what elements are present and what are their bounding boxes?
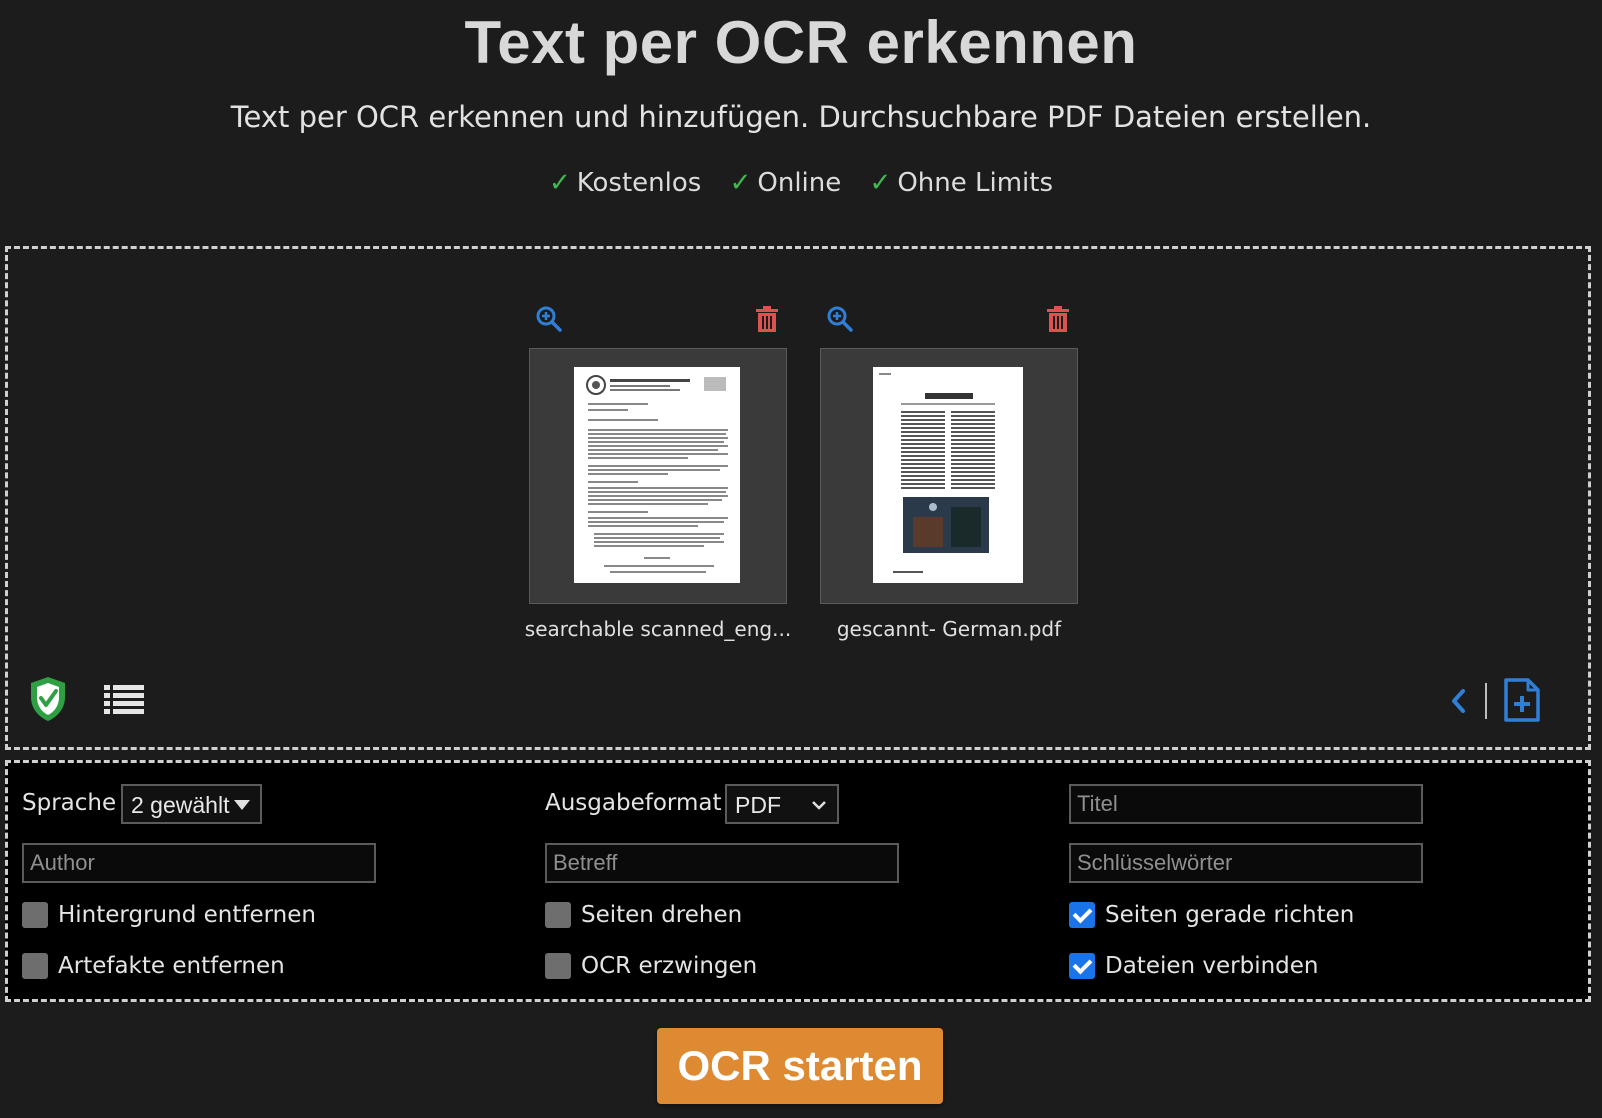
file-thumbnail[interactable] xyxy=(529,348,787,604)
check-icon: ✓ xyxy=(729,168,752,198)
chevron-down-icon xyxy=(812,801,826,810)
chevron-left-icon[interactable] xyxy=(1448,687,1468,715)
zoom-in-icon[interactable] xyxy=(535,305,563,333)
output-format-label: Ausgabeformat xyxy=(545,790,722,816)
zoom-in-icon[interactable] xyxy=(826,305,854,333)
author-input[interactable] xyxy=(22,843,376,883)
checkbox[interactable] xyxy=(22,953,48,979)
page-preview xyxy=(873,367,1023,583)
file-tools xyxy=(529,305,787,335)
feature-item: ✓ Kostenlos xyxy=(548,168,702,198)
file-dropzone[interactable]: searchable scanned_eng... gescannt- Germ… xyxy=(5,246,1591,750)
start-ocr-button[interactable]: OCR starten xyxy=(657,1028,943,1104)
document-preview-icon xyxy=(879,373,995,573)
document-preview-icon xyxy=(586,375,728,573)
checkbox-remove-artifacts[interactable]: Artefakte entfernen xyxy=(22,951,285,981)
file-name: gescannt- German.pdf xyxy=(836,617,1062,641)
file-thumbnail[interactable] xyxy=(820,348,1078,604)
subject-input[interactable] xyxy=(545,843,899,883)
checkbox-remove-background[interactable]: Hintergrund entfernen xyxy=(22,900,316,930)
toolbar-divider xyxy=(1485,683,1487,719)
file-tools xyxy=(820,305,1078,335)
title-input[interactable] xyxy=(1069,784,1423,824)
language-label: Sprache xyxy=(22,790,117,816)
checkbox-rotate-pages[interactable]: Seiten drehen xyxy=(545,900,742,930)
check-icon: ✓ xyxy=(869,168,892,198)
page-title: Text per OCR erkennen xyxy=(464,9,1138,76)
keywords-input[interactable] xyxy=(1069,843,1423,883)
checkbox-force-ocr[interactable]: OCR erzwingen xyxy=(545,951,757,981)
file-name: searchable scanned_eng... xyxy=(524,617,792,641)
trash-icon[interactable] xyxy=(1044,305,1072,333)
caret-down-icon xyxy=(234,800,250,810)
list-icon[interactable] xyxy=(104,683,144,715)
check-icon: ✓ xyxy=(548,168,571,198)
checkbox-checked[interactable] xyxy=(1069,953,1095,979)
language-select[interactable]: 2 gewählt xyxy=(121,784,262,824)
output-format-select[interactable]: PDF xyxy=(725,784,839,824)
feature-item: ✓ Ohne Limits xyxy=(869,168,1054,198)
shield-check-icon[interactable] xyxy=(28,675,68,723)
checkbox[interactable] xyxy=(22,902,48,928)
feature-list: ✓ Kostenlos ✓ Online ✓ Ohne Limits xyxy=(0,168,1602,198)
page-preview xyxy=(574,367,740,583)
checkbox-deskew-pages[interactable]: Seiten gerade richten xyxy=(1069,900,1354,930)
feature-item: ✓ Online xyxy=(729,168,842,198)
checkbox-checked[interactable] xyxy=(1069,902,1095,928)
trash-icon[interactable] xyxy=(753,305,781,333)
checkbox-merge-files[interactable]: Dateien verbinden xyxy=(1069,951,1319,981)
checkbox[interactable] xyxy=(545,953,571,979)
checkbox[interactable] xyxy=(545,902,571,928)
add-file-icon[interactable] xyxy=(1502,677,1542,723)
page-subtitle: Text per OCR erkennen und hinzufügen. Du… xyxy=(230,100,1372,134)
ocr-options-panel: Sprache 2 gewählt Ausgabeformat PDF Hint… xyxy=(5,760,1591,1002)
